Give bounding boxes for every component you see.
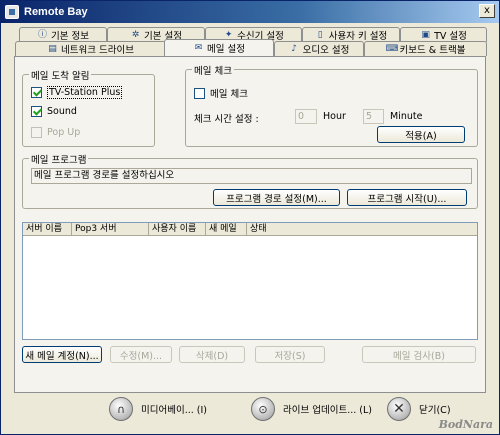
delete-account-button[interactable]: 삭제(D)	[179, 346, 245, 363]
set-program-path-button[interactable]: 프로그램 경로 설정(M)...	[213, 189, 340, 206]
start-program-button[interactable]: 프로그램 시작(U)...	[347, 189, 467, 206]
tv-icon: ▣	[421, 29, 430, 40]
mail-check-checkbox[interactable]: 메일 체크	[194, 86, 248, 100]
column-header-status[interactable]: 상태	[247, 223, 475, 236]
check-mail-button[interactable]: 메일 검사(B)	[362, 346, 476, 363]
column-header-new-mail[interactable]: 새 메일	[206, 223, 247, 236]
popup-checkbox[interactable]: Pop Up	[31, 127, 80, 138]
tab-label: 메일 설정	[207, 44, 245, 55]
checkbox-box[interactable]	[31, 127, 42, 138]
app-window: Remote Bay x ⓘ 기본 정보 ✲ 기본 설정 ✦ 수신기 설정 ▯ …	[0, 0, 500, 435]
close-icon: ✕	[387, 397, 411, 421]
title-bar[interactable]: Remote Bay x	[1, 1, 499, 23]
checkbox-label: 메일 체크	[210, 89, 248, 100]
minute-unit: Minute	[390, 111, 423, 122]
program-path-field: 메일 프로그램 경로를 설정하십시오	[31, 168, 472, 184]
checkbox-label: Sound	[47, 106, 77, 117]
title-close-button[interactable]: x	[479, 4, 495, 18]
tab-tv-settings[interactable]: ▣ TV 설정	[400, 27, 487, 42]
watermark-text: BodNara	[438, 418, 493, 431]
list-header: 서버 이름 Pop3 서버 사용자 이름 새 메일 상태	[23, 223, 477, 236]
window-title: Remote Bay	[24, 6, 88, 18]
headphones-icon: ∩	[109, 397, 133, 421]
checkbox-box[interactable]	[31, 87, 42, 98]
hour-unit: Hour	[323, 111, 346, 122]
save-account-button[interactable]: 저장(S)	[255, 346, 325, 363]
tab-label: 기본 정보	[51, 31, 89, 42]
interval-label: 체크 시간 설정 :	[194, 114, 259, 125]
mail-check-group: 메일 체크 메일 체크 체크 시간 설정 : 0 Hour 5 Minute 적…	[185, 63, 478, 147]
tv-station-checkbox[interactable]: TV-Station Plus	[31, 86, 123, 99]
new-mail-account-button[interactable]: 새 메일 계정(N)...	[22, 346, 102, 363]
hour-input[interactable]: 0	[295, 109, 317, 124]
column-header-user-name[interactable]: 사용자 이름	[149, 223, 206, 236]
mail-alert-group: 메일 도착 알림 TV-Station Plus Sound Pop Up	[22, 68, 155, 147]
tab-mail-settings[interactable]: ✉ 메일 설정	[164, 39, 274, 56]
column-header-pop3-server[interactable]: Pop3 서버	[72, 223, 149, 236]
sound-checkbox[interactable]: Sound	[31, 106, 77, 117]
column-header-server-name[interactable]: 서버 이름	[23, 223, 72, 236]
mail-program-group: 메일 프로그램 메일 프로그램 경로를 설정하십시오 프로그램 경로 설정(M)…	[22, 152, 478, 209]
tab-label: 오디오 설정	[302, 45, 350, 56]
group-title: 메일 도착 알림	[29, 68, 92, 82]
group-title: 메일 프로그램	[29, 152, 89, 166]
remote-icon: ▯	[317, 29, 323, 40]
keyboard-icon: ⌨	[385, 43, 399, 54]
live-update-button[interactable]: ⊙ 라이브 업데이트... (L)	[251, 397, 372, 421]
tab-user-key-settings[interactable]: ▯ 사용자 키 설정	[302, 27, 400, 42]
minute-input[interactable]: 5	[363, 109, 384, 124]
close-label: 닫기(C)	[419, 405, 451, 416]
mail-settings-panel: 메일 도착 알림 TV-Station Plus Sound Pop Up 메일…	[14, 56, 486, 393]
tab-network-drive[interactable]: ▤ 네트워크 드라이브	[15, 41, 166, 56]
media-bay-label: 미디어베이... (I)	[141, 405, 207, 416]
tab-label: TV 설정	[434, 31, 467, 42]
satellite-dish-icon: ⊙	[251, 397, 275, 421]
media-bay-button[interactable]: ∩ 미디어베이... (I)	[109, 397, 207, 421]
audio-icon: ♪	[291, 43, 297, 54]
tab-label: 키보드 & 트랙볼	[399, 45, 466, 56]
tab-keyboard-trackball[interactable]: ⌨ 키보드 & 트랙볼	[364, 41, 487, 56]
tab-basic-info[interactable]: ⓘ 기본 정보	[19, 27, 107, 42]
checkbox-box[interactable]	[194, 87, 205, 99]
mail-icon: ✉	[194, 42, 203, 53]
app-icon	[5, 5, 19, 19]
live-update-label: 라이브 업데이트... (L)	[283, 405, 372, 416]
checkbox-box[interactable]	[31, 106, 42, 117]
checkbox-label: TV-Station Plus	[47, 86, 123, 99]
gear-icon: ✲	[131, 29, 140, 40]
group-title: 메일 체크	[192, 63, 234, 77]
network-drive-icon: ▤	[48, 43, 57, 54]
apply-button[interactable]: 적용(A)	[377, 126, 465, 143]
tab-audio-settings[interactable]: ♪ 오디오 설정	[274, 41, 364, 56]
edit-account-button[interactable]: 수정(M)...	[110, 346, 172, 363]
tab-label: 사용자 키 설정	[328, 31, 388, 42]
tab-label: 네트워크 드라이브	[61, 45, 134, 56]
info-icon: ⓘ	[37, 29, 47, 40]
mail-account-list[interactable]: 서버 이름 Pop3 서버 사용자 이름 새 메일 상태	[22, 222, 478, 340]
checkbox-label: Pop Up	[47, 127, 81, 138]
